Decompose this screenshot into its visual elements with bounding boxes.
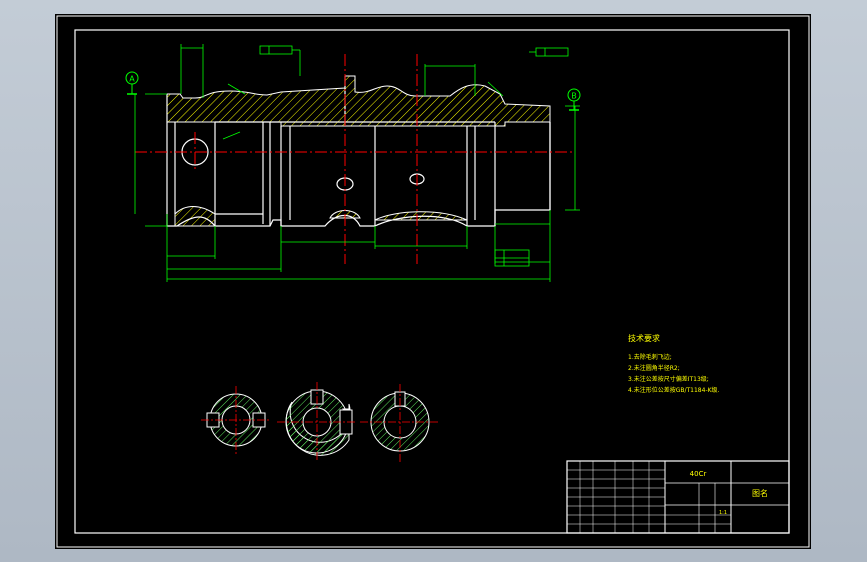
section-views: [201, 382, 440, 462]
datum-a: A: [125, 71, 139, 95]
section-2: [277, 382, 357, 462]
shaft-section-view: [135, 54, 575, 264]
section-1: [201, 386, 271, 454]
cad-drawing: A B 技术要求 1.去除毛刺飞边; 2.未注圆角半径R2; 3.未注公差按尺寸…: [56, 15, 810, 548]
shaft-outline-bottom: [166, 122, 551, 227]
note-3: 3.未注公差按尺寸偏差IT13级;: [628, 375, 709, 383]
scale-value: 1:1: [719, 510, 727, 516]
datum-b-label: B: [571, 92, 577, 101]
datum-b: B: [567, 88, 581, 111]
section-3: [360, 384, 440, 462]
note-2: 2.未注圆角半径R2;: [628, 364, 680, 372]
notes-title: 技术要求: [628, 333, 660, 343]
company-name: 图名: [752, 488, 768, 498]
technical-requirements: 技术要求 1.去除毛刺飞边; 2.未注圆角半径R2; 3.未注公差按尺寸偏差IT…: [628, 333, 720, 394]
upper-hatch: [166, 75, 551, 127]
note-1: 1.去除毛刺飞边;: [628, 353, 672, 361]
note-4: 4.未注形位公差按GB/T1184-K级.: [628, 386, 720, 394]
datum-a-label: A: [129, 75, 135, 84]
drawing-name: 40Cr: [690, 470, 707, 478]
drawing-sheet: A B 技术要求 1.去除毛刺飞边; 2.未注圆角半径R2; 3.未注公差按尺寸…: [55, 14, 811, 549]
